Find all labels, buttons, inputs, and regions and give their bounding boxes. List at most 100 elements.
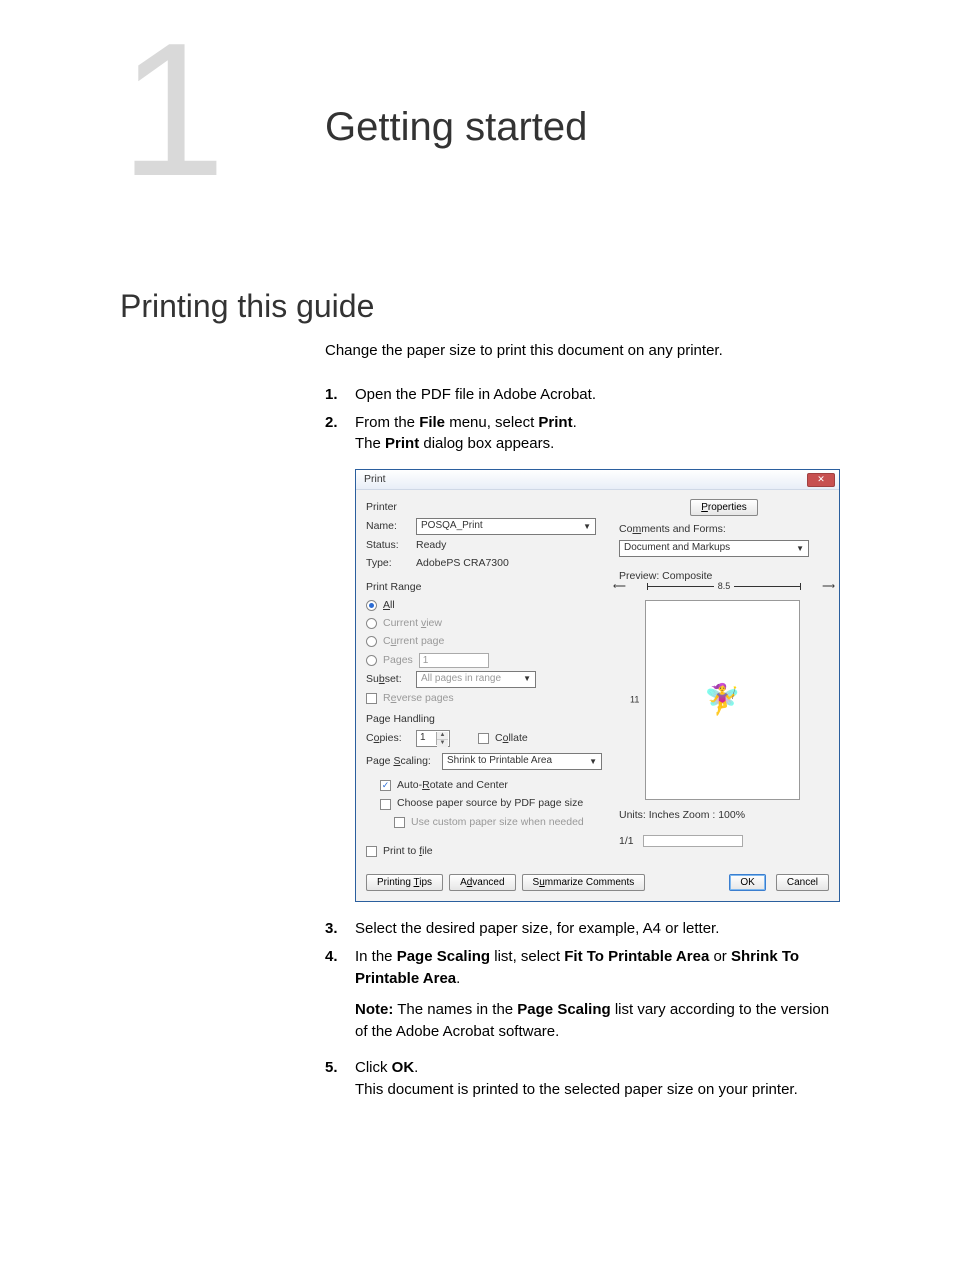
text-bold: Print	[385, 435, 419, 452]
text-run: list, select	[490, 948, 564, 965]
step-text: Open the PDF file in Adobe Acrobat.	[355, 384, 845, 406]
preview-page: 11 🧚‍♀️	[645, 600, 800, 800]
checkbox-icon[interactable]	[478, 733, 489, 744]
step-text: Select the desired paper size, for examp…	[355, 918, 845, 940]
checkbox-icon	[366, 846, 377, 857]
radio-label: Current page	[383, 634, 444, 649]
text-run: The names in the	[393, 1001, 517, 1018]
checkbox-reverse[interactable]: Reverse pages	[366, 691, 611, 706]
progress-bar	[643, 835, 743, 847]
advanced-button[interactable]: Advanced	[449, 874, 515, 891]
text-run: .	[414, 1059, 418, 1076]
text-bold: Page Scaling	[517, 1001, 610, 1018]
text-run: dialog box appears.	[419, 435, 554, 452]
checkbox-choose-source[interactable]: Choose paper source by PDF page size	[380, 796, 611, 811]
radio-current-page[interactable]: Current page	[366, 634, 611, 649]
comments-forms-select[interactable]: Document and Markups ▼	[619, 540, 809, 557]
step-number: 2.	[325, 412, 355, 456]
close-button[interactable]: ✕	[807, 473, 835, 487]
chevron-down-icon: ▼	[796, 543, 804, 555]
step-1: 1. Open the PDF file in Adobe Acrobat.	[325, 384, 845, 406]
status-value: Ready	[416, 538, 446, 553]
chevron-down-icon: ▼	[589, 756, 597, 768]
text-run: .	[456, 970, 460, 987]
radio-label: Pages	[383, 653, 413, 668]
dialog-titlebar: Print ✕	[356, 470, 839, 490]
dialog-title: Print	[364, 472, 386, 487]
text-run: or	[709, 948, 731, 965]
close-icon: ✕	[817, 475, 825, 484]
radio-icon	[366, 618, 377, 629]
step-text: In the Page Scaling list, select Fit To …	[355, 946, 845, 990]
chapter-title: Getting started	[325, 105, 587, 150]
step-number: 4.	[325, 946, 355, 990]
text-run: From the	[355, 414, 419, 431]
type-label: Type:	[366, 556, 410, 571]
radio-current-view[interactable]: Current view	[366, 616, 611, 631]
checkbox-icon	[380, 799, 391, 810]
text-bold: OK	[392, 1059, 415, 1076]
pages-input[interactable]: 1	[419, 653, 489, 668]
preview-page-indicator: 1/1	[619, 834, 829, 849]
cancel-button[interactable]: Cancel	[776, 874, 829, 891]
dialog-left-column: Printer Name: POSQA_Print ▼ Status: Read…	[366, 496, 611, 862]
step-3: 3. Select the desired paper size, for ex…	[325, 918, 845, 940]
name-label: Name:	[366, 519, 410, 534]
radio-icon	[366, 655, 377, 666]
printer-group-label: Printer	[366, 500, 611, 515]
step-number: 3.	[325, 918, 355, 940]
note-text: Note: The names in the Page Scaling list…	[355, 999, 845, 1043]
preview-height: 11	[630, 694, 639, 707]
printer-name-select[interactable]: POSQA_Print ▼	[416, 518, 596, 535]
ok-button[interactable]: OK	[729, 874, 765, 891]
checkbox-icon	[394, 817, 405, 828]
checkbox-print-to-file[interactable]: Print to file	[366, 844, 611, 859]
checkbox-label: Auto-Rotate and Center	[397, 778, 508, 793]
section-title: Printing this guide	[120, 288, 374, 325]
spinner-value: 1	[420, 731, 426, 746]
checkbox-auto-rotate[interactable]: Auto-Rotate and Center	[380, 778, 611, 793]
select-value: Shrink to Printable Area	[447, 754, 552, 769]
checkbox-label: Reverse pages	[383, 691, 454, 706]
checkbox-label: Choose paper source by PDF page size	[397, 796, 583, 811]
page-scaling-select[interactable]: Shrink to Printable Area ▼	[442, 753, 602, 770]
step-2: 2. From the File menu, select Print. The…	[325, 412, 845, 456]
text-bold: Print	[538, 414, 572, 431]
step-text: From the File menu, select Print. The Pr…	[355, 412, 845, 456]
subset-select[interactable]: All pages in range ▼	[416, 671, 536, 688]
radio-label: Current view	[383, 616, 442, 631]
text-run: The	[355, 435, 385, 452]
radio-pages[interactable]: Pages 1	[366, 653, 611, 668]
chapter-number: 1	[120, 15, 226, 205]
checkbox-label: Use custom paper size when needed	[411, 815, 584, 830]
summarize-comments-button[interactable]: Summarize Comments	[522, 874, 646, 891]
intro-text: Change the paper size to print this docu…	[325, 340, 845, 362]
print-range-label: Print Range	[366, 580, 611, 595]
radio-icon	[366, 600, 377, 611]
preview-width: 8.5	[714, 580, 735, 593]
radio-all[interactable]: All	[366, 598, 611, 613]
printing-tips-button[interactable]: Printing Tips	[366, 874, 443, 891]
text-run: This document is printed to the selected…	[355, 1081, 798, 1098]
text-run: menu, select	[445, 414, 538, 431]
select-value: Document and Markups	[624, 541, 730, 556]
checkbox-icon	[366, 693, 377, 704]
copies-spinner[interactable]: 1 ▲▼	[416, 730, 450, 747]
dialog-right-column: Properties Comments and Forms: Document …	[619, 496, 829, 849]
properties-button[interactable]: Properties	[690, 499, 758, 516]
note: Note: The names in the Page Scaling list…	[325, 999, 845, 1043]
spinner-arrows[interactable]: ▲▼	[436, 732, 448, 745]
select-value: POSQA_Print	[421, 519, 483, 534]
page-scaling-label: Page Scaling:	[366, 754, 436, 769]
status-label: Status:	[366, 538, 410, 553]
text-run: In the	[355, 948, 397, 965]
chevron-down-icon: ▼	[523, 673, 531, 685]
subset-label: Subset:	[366, 672, 410, 687]
page-handling-label: Page Handling	[366, 712, 611, 727]
step-text: Click OK. This document is printed to th…	[355, 1057, 845, 1101]
step-5: 5. Click OK. This document is printed to…	[325, 1057, 845, 1101]
chevron-down-icon: ▼	[583, 521, 591, 533]
checkbox-custom-size[interactable]: Use custom paper size when needed	[394, 815, 611, 830]
dialog-body: Printer Name: POSQA_Print ▼ Status: Read…	[356, 490, 839, 901]
radio-icon	[366, 636, 377, 647]
